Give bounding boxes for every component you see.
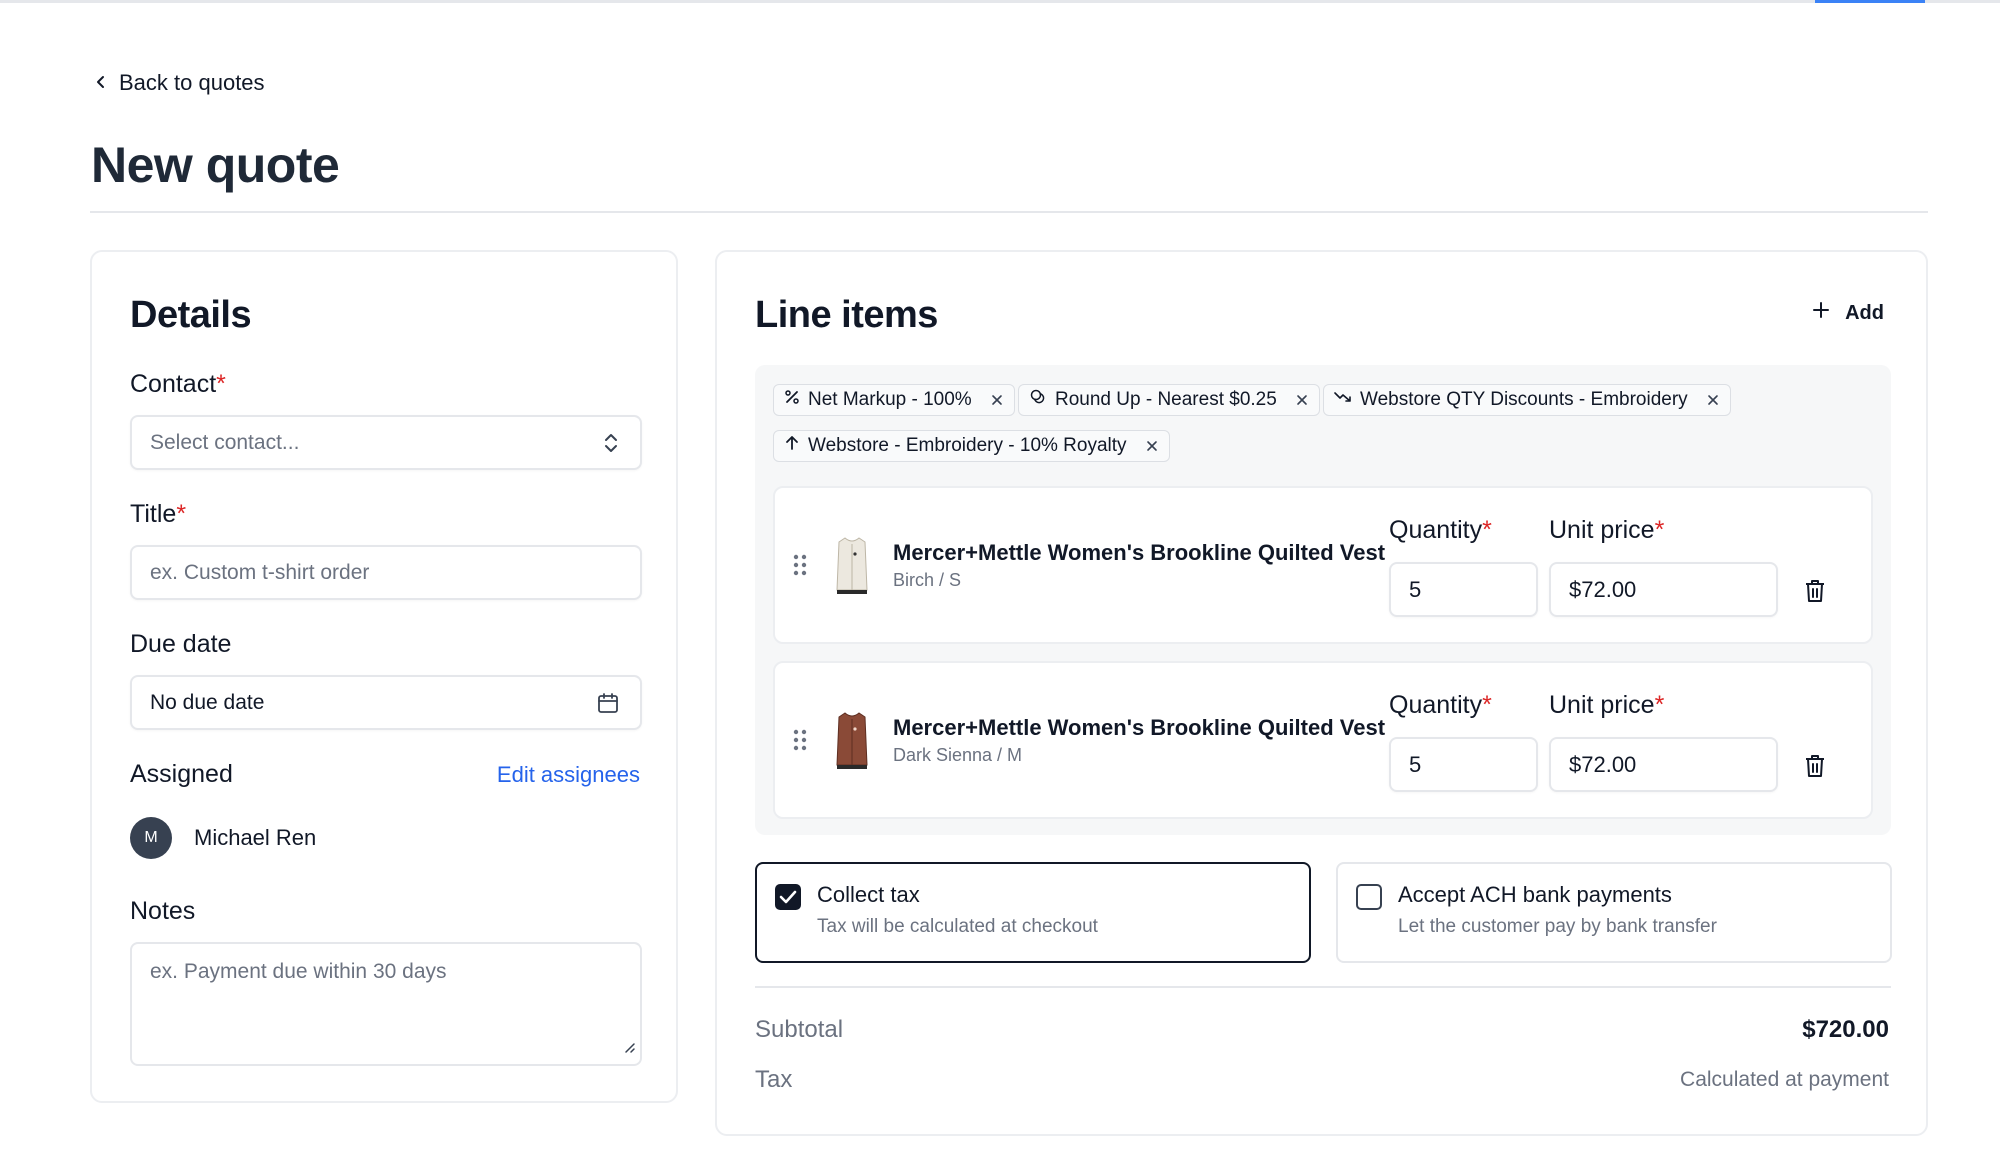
avatar: M xyxy=(130,817,172,859)
title-input[interactable]: ex. Custom t-shirt order xyxy=(130,545,642,600)
tax-value: Calculated at payment xyxy=(1680,1068,1889,1091)
edit-assignees-link[interactable]: Edit assignees xyxy=(497,762,640,788)
unit-price-input[interactable]: $72.00 xyxy=(1549,737,1778,792)
notes-label: Notes xyxy=(130,897,196,925)
product-variant: Dark Sienna / M xyxy=(893,745,1023,765)
required-mark: * xyxy=(1654,516,1665,544)
unit-price-label: Unit price* xyxy=(1549,516,1665,544)
notes-placeholder: ex. Payment due within 30 days xyxy=(150,960,447,983)
quantity-label: Quantity* xyxy=(1389,516,1492,544)
product-thumbnail xyxy=(831,534,873,596)
collect-tax-title: Collect tax xyxy=(817,882,920,907)
product-name: Mercer+Mettle Women's Brookline Quilted … xyxy=(893,715,1386,740)
remove-chip-icon[interactable] xyxy=(1295,393,1309,407)
chip-label: Round Up - Nearest $0.25 xyxy=(1055,389,1277,410)
trend-down-icon xyxy=(1334,389,1352,411)
remove-chip-icon[interactable] xyxy=(1145,439,1159,453)
remove-chip-icon[interactable] xyxy=(990,393,1004,407)
quantity-input[interactable]: 5 xyxy=(1389,737,1538,792)
required-mark: * xyxy=(1482,516,1492,544)
title-placeholder: ex. Custom t-shirt order xyxy=(150,560,370,584)
contact-label: Contact* xyxy=(130,370,226,398)
line-items-title: Line items xyxy=(755,294,938,336)
collect-tax-checkbox[interactable] xyxy=(775,884,801,910)
required-mark: * xyxy=(216,370,226,398)
pricing-rule-chip[interactable]: Webstore QTY Discounts - Embroidery xyxy=(1323,384,1731,416)
chevron-up-down-icon xyxy=(602,432,620,454)
drag-handle-icon[interactable] xyxy=(793,554,807,581)
unit-price-input[interactable]: $72.00 xyxy=(1549,562,1778,617)
title-divider xyxy=(90,211,1928,213)
drag-handle-icon[interactable] xyxy=(793,729,807,756)
notes-textarea[interactable]: ex. Payment due within 30 days xyxy=(130,942,642,1066)
assignee-name: Michael Ren xyxy=(194,825,317,850)
subtotal-label: Subtotal xyxy=(755,1016,844,1043)
trash-icon[interactable] xyxy=(1803,753,1827,784)
details-title: Details xyxy=(130,294,252,336)
remove-chip-icon[interactable] xyxy=(1706,393,1720,407)
page-title: New quote xyxy=(91,137,340,193)
required-mark: * xyxy=(1482,691,1492,719)
ach-payments-title: Accept ACH bank payments xyxy=(1398,882,1672,907)
trash-icon[interactable] xyxy=(1803,578,1827,609)
quantity-input[interactable]: 5 xyxy=(1389,562,1538,617)
add-label: Add xyxy=(1845,301,1884,324)
quantity-label: Quantity* xyxy=(1389,691,1492,719)
back-to-quotes-link[interactable]: Back to quotes xyxy=(93,70,265,96)
line-items-card: Line items Add Net Markup - 100% Round U… xyxy=(715,250,1928,1136)
coins-icon xyxy=(1029,388,1047,412)
product-name: Mercer+Mettle Women's Brookline Quilted … xyxy=(893,540,1386,565)
add-line-item-button[interactable]: Add xyxy=(1811,300,1884,326)
chip-label: Webstore QTY Discounts - Embroidery xyxy=(1360,389,1688,410)
arrow-up-icon xyxy=(784,435,800,457)
contact-select[interactable]: Select contact... xyxy=(130,415,642,470)
subtotal-value: $720.00 xyxy=(1802,1016,1889,1043)
assignee-item: M Michael Ren xyxy=(130,817,316,859)
line-item-row: Mercer+Mettle Women's Brookline Quilted … xyxy=(773,486,1873,644)
ach-payments-checkbox[interactable] xyxy=(1356,884,1382,910)
ach-payments-option[interactable]: Accept ACH bank payments Let the custome… xyxy=(1336,862,1892,963)
chip-label: Net Markup - 100% xyxy=(808,389,972,410)
percent-icon xyxy=(784,389,800,411)
product-variant: Birch / S xyxy=(893,570,962,590)
details-card: Details Contact* Select contact... Title… xyxy=(90,250,678,1103)
required-mark: * xyxy=(1654,691,1665,719)
due-date-picker[interactable]: No due date xyxy=(130,675,642,730)
resize-grip-icon[interactable] xyxy=(622,1036,636,1060)
due-date-label: Due date xyxy=(130,630,232,658)
assigned-label: Assigned xyxy=(130,760,233,788)
back-link-label: Back to quotes xyxy=(119,70,265,95)
title-label: Title* xyxy=(130,500,187,528)
top-progress-bar xyxy=(0,0,2000,3)
unit-price-label: Unit price* xyxy=(1549,691,1665,719)
required-mark: * xyxy=(176,500,187,528)
ach-payments-description: Let the customer pay by bank transfer xyxy=(1398,916,1717,937)
chip-label: Webstore - Embroidery - 10% Royalty xyxy=(808,435,1127,456)
pricing-rule-chip[interactable]: Webstore - Embroidery - 10% Royalty xyxy=(773,430,1170,462)
chevron-left-icon xyxy=(93,70,109,96)
collect-tax-option[interactable]: Collect tax Tax will be calculated at ch… xyxy=(755,862,1311,963)
plus-icon xyxy=(1811,300,1831,326)
collect-tax-description: Tax will be calculated at checkout xyxy=(817,916,1098,937)
pricing-rule-chip[interactable]: Net Markup - 100% xyxy=(773,384,1015,416)
contact-placeholder: Select contact... xyxy=(150,430,300,454)
pricing-rule-chip[interactable]: Round Up - Nearest $0.25 xyxy=(1018,384,1320,416)
product-thumbnail xyxy=(831,709,873,771)
line-items-panel: Net Markup - 100% Round Up - Nearest $0.… xyxy=(755,365,1891,835)
tax-label: Tax xyxy=(755,1066,793,1093)
due-date-value: No due date xyxy=(150,690,265,714)
line-item-row: Mercer+Mettle Women's Brookline Quilted … xyxy=(773,661,1873,819)
summary-divider xyxy=(755,986,1891,988)
calendar-icon[interactable] xyxy=(596,691,620,715)
